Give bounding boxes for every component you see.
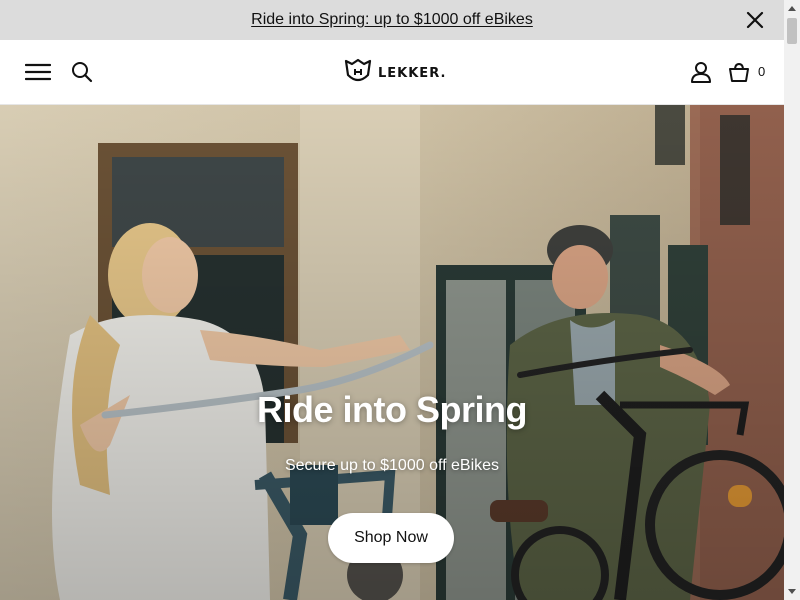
hamburger-menu-icon[interactable] bbox=[24, 60, 52, 84]
hero-subtitle: Secure up to $1000 off eBikes bbox=[284, 457, 500, 474]
search-icon[interactable] bbox=[70, 60, 94, 84]
hero-banner: Ride into Spring Secure up to $1000 off … bbox=[0, 105, 784, 600]
logo-text: LEKKER. bbox=[378, 65, 447, 81]
close-icon[interactable] bbox=[746, 11, 764, 29]
announcement-bar: Ride into Spring: up to $1000 off eBikes bbox=[0, 0, 784, 40]
lekker-crest-icon bbox=[344, 58, 372, 89]
announcement-link[interactable]: Ride into Spring: up to $1000 off eBikes bbox=[251, 11, 533, 29]
page-scrollbar[interactable] bbox=[784, 0, 800, 600]
user-icon[interactable] bbox=[689, 60, 713, 84]
brand-logo[interactable]: LEKKER. bbox=[344, 58, 447, 89]
hero-title: Ride into Spring bbox=[257, 389, 527, 430]
scroll-thumb[interactable] bbox=[787, 18, 797, 44]
shop-now-button[interactable]: Shop Now bbox=[328, 513, 454, 563]
scroll-down-arrow-icon[interactable] bbox=[784, 584, 800, 600]
site-header: LEKKER. 0 bbox=[0, 40, 784, 105]
cart-count[interactable]: 0 bbox=[758, 64, 765, 79]
scroll-up-arrow-icon[interactable] bbox=[784, 0, 800, 16]
shopping-basket-icon[interactable] bbox=[727, 60, 751, 84]
